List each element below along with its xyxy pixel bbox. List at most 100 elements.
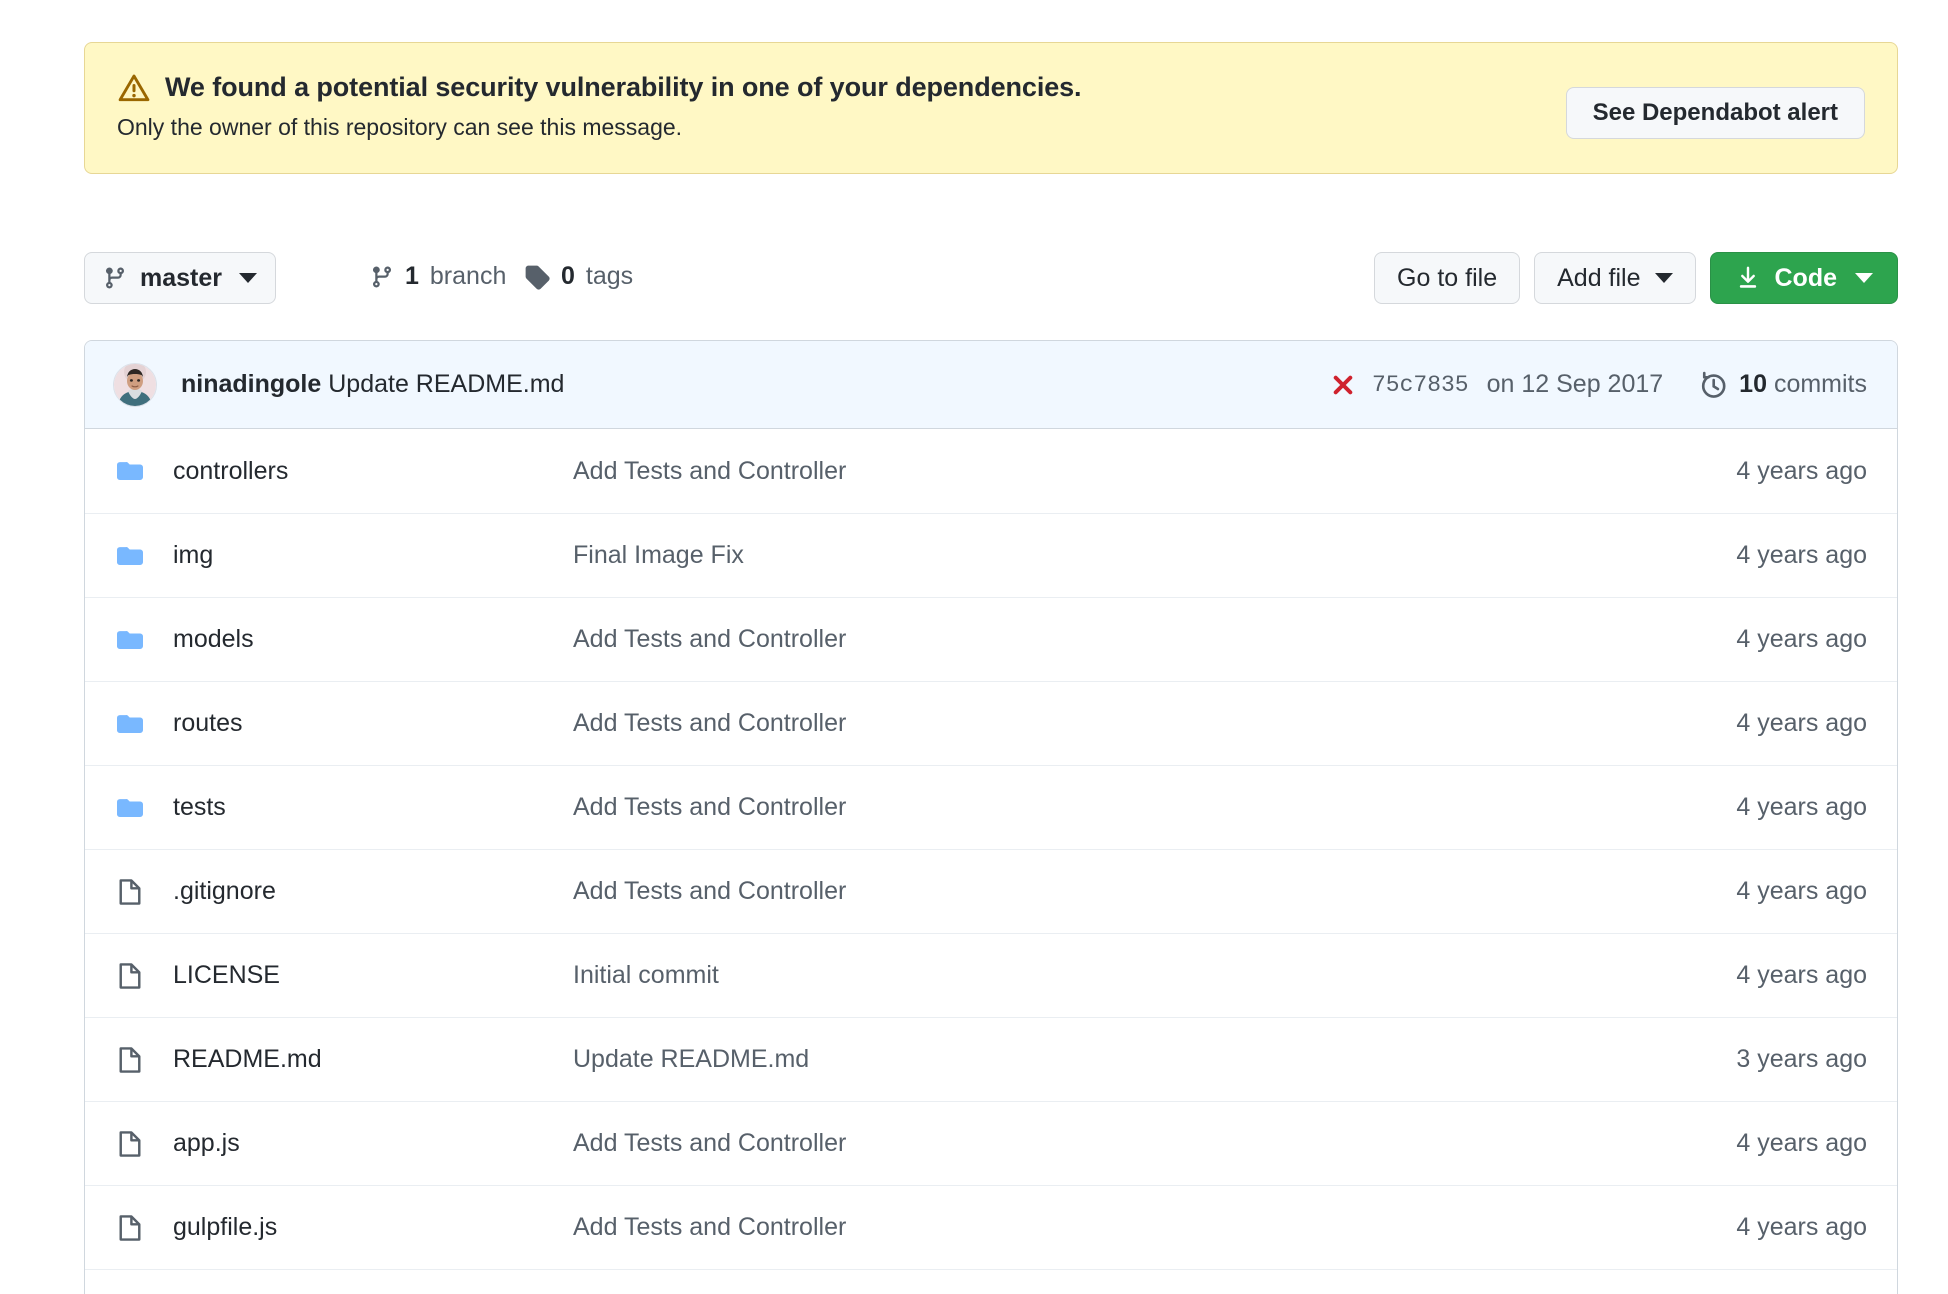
table-row[interactable]: .gitignoreAdd Tests and Controller4 year… bbox=[85, 849, 1897, 933]
table-row[interactable]: controllersAdd Tests and Controller4 yea… bbox=[85, 429, 1897, 513]
file-name[interactable]: models bbox=[173, 625, 573, 654]
file-icon-wrap bbox=[113, 877, 147, 907]
file-commit-age: 4 years ago bbox=[1736, 1213, 1867, 1242]
table-row[interactable]: package.jsonAdd Tests and Controller4 ye… bbox=[85, 1269, 1897, 1294]
branch-name-label: master bbox=[140, 264, 222, 293]
add-file-label: Add file bbox=[1557, 264, 1640, 293]
file-icon bbox=[116, 877, 144, 907]
file-commit-message[interactable]: Final Image Fix bbox=[573, 541, 1736, 570]
file-commit-message[interactable]: Initial commit bbox=[573, 961, 1736, 990]
folder-icon-wrap bbox=[113, 543, 147, 569]
tag-icon bbox=[524, 264, 550, 290]
file-icon bbox=[116, 961, 144, 991]
folder-icon bbox=[115, 543, 145, 569]
file-commit-age: 4 years ago bbox=[1736, 709, 1867, 738]
file-commit-message[interactable]: Add Tests and Controller bbox=[573, 1129, 1736, 1158]
table-row[interactable]: modelsAdd Tests and Controller4 years ag… bbox=[85, 597, 1897, 681]
file-listing-table: ninadingole Update README.md 75c7835 on … bbox=[84, 340, 1898, 1294]
commits-count-value: 10 bbox=[1739, 370, 1767, 398]
folder-icon-wrap bbox=[113, 711, 147, 737]
chevron-down-icon bbox=[1855, 273, 1873, 283]
file-commit-message[interactable]: Add Tests and Controller bbox=[573, 877, 1736, 906]
latest-commit-bar: ninadingole Update README.md 75c7835 on … bbox=[85, 341, 1897, 429]
file-commit-age: 4 years ago bbox=[1736, 793, 1867, 822]
commits-count[interactable]: 10 commits bbox=[1739, 370, 1867, 399]
file-commit-message[interactable]: Add Tests and Controller bbox=[573, 709, 1736, 738]
file-icon bbox=[116, 1213, 144, 1243]
commit-summary: ninadingole Update README.md bbox=[181, 370, 564, 399]
file-name[interactable]: controllers bbox=[173, 457, 573, 486]
table-row[interactable]: README.mdUpdate README.md3 years ago bbox=[85, 1017, 1897, 1101]
file-rows: controllersAdd Tests and Controller4 yea… bbox=[85, 429, 1897, 1294]
file-commit-age: 4 years ago bbox=[1736, 877, 1867, 906]
folder-icon bbox=[115, 458, 145, 484]
commit-message[interactable]: Update README.md bbox=[328, 370, 564, 398]
file-commit-age: 4 years ago bbox=[1736, 457, 1867, 486]
alert-triangle-icon bbox=[117, 73, 151, 103]
file-commit-message[interactable]: Add Tests and Controller bbox=[573, 1213, 1736, 1242]
see-dependabot-alert-button[interactable]: See Dependabot alert bbox=[1566, 87, 1865, 139]
folder-icon-wrap bbox=[113, 458, 147, 484]
commit-meta: 75c7835 on 12 Sep 2017 10 commits bbox=[1330, 370, 1867, 399]
file-commit-age: 4 years ago bbox=[1736, 625, 1867, 654]
commits-count-label: commits bbox=[1774, 370, 1867, 398]
table-row[interactable]: imgFinal Image Fix4 years ago bbox=[85, 513, 1897, 597]
folder-icon bbox=[115, 627, 145, 653]
table-row[interactable]: LICENSEInitial commit4 years ago bbox=[85, 933, 1897, 1017]
table-row[interactable]: app.jsAdd Tests and Controller4 years ag… bbox=[85, 1101, 1897, 1185]
chevron-down-icon bbox=[239, 273, 257, 283]
git-branch-icon bbox=[370, 264, 394, 290]
table-row[interactable]: routesAdd Tests and Controller4 years ag… bbox=[85, 681, 1897, 765]
add-file-button[interactable]: Add file bbox=[1534, 252, 1695, 304]
folder-icon bbox=[115, 795, 145, 821]
repository-page: We found a potential security vulnerabil… bbox=[0, 0, 1948, 1294]
file-name[interactable]: app.js bbox=[173, 1129, 573, 1158]
table-row[interactable]: gulpfile.jsAdd Tests and Controller4 yea… bbox=[85, 1185, 1897, 1269]
build-failed-x-icon[interactable] bbox=[1330, 372, 1356, 398]
folder-icon bbox=[115, 711, 145, 737]
file-commit-message[interactable]: Add Tests and Controller bbox=[573, 625, 1736, 654]
avatar-image bbox=[114, 364, 156, 406]
file-icon-wrap bbox=[113, 1213, 147, 1243]
file-icon-wrap bbox=[113, 1129, 147, 1159]
code-button[interactable]: Code bbox=[1710, 252, 1899, 304]
file-name[interactable]: .gitignore bbox=[173, 877, 573, 906]
download-icon bbox=[1735, 265, 1761, 291]
tag-count[interactable]: 0 tags bbox=[524, 262, 633, 291]
chevron-down-icon bbox=[1655, 273, 1673, 283]
file-commit-age: 4 years ago bbox=[1736, 1129, 1867, 1158]
file-name[interactable]: gulpfile.js bbox=[173, 1213, 573, 1242]
folder-icon-wrap bbox=[113, 627, 147, 653]
folder-icon-wrap bbox=[113, 795, 147, 821]
banner-title: We found a potential security vulnerabil… bbox=[165, 71, 1081, 103]
git-branch-icon bbox=[103, 265, 127, 291]
go-to-file-button[interactable]: Go to file bbox=[1374, 252, 1520, 304]
security-alert-banner: We found a potential security vulnerabil… bbox=[84, 42, 1898, 174]
repo-toolbar: master 1 branch 0 tags Go to file Add fi… bbox=[84, 252, 1898, 308]
go-to-file-label: Go to file bbox=[1397, 264, 1497, 293]
avatar[interactable] bbox=[113, 363, 157, 407]
file-name[interactable]: README.md bbox=[173, 1045, 573, 1074]
branch-selector-button[interactable]: master bbox=[84, 252, 276, 304]
file-name[interactable]: tests bbox=[173, 793, 573, 822]
table-row[interactable]: testsAdd Tests and Controller4 years ago bbox=[85, 765, 1897, 849]
file-name[interactable]: routes bbox=[173, 709, 573, 738]
file-name[interactable]: img bbox=[173, 541, 573, 570]
repo-action-buttons: Go to file Add file Code bbox=[1374, 252, 1898, 304]
commit-date: on 12 Sep 2017 bbox=[1487, 370, 1664, 399]
file-name[interactable]: LICENSE bbox=[173, 961, 573, 990]
tag-count-value: 0 bbox=[561, 262, 575, 291]
code-label: Code bbox=[1775, 264, 1838, 293]
tag-count-label: tags bbox=[586, 262, 633, 291]
commit-author[interactable]: ninadingole bbox=[181, 370, 321, 398]
history-clock-icon bbox=[1699, 371, 1727, 399]
branch-count[interactable]: 1 branch bbox=[370, 262, 506, 291]
commit-hash[interactable]: 75c7835 bbox=[1372, 372, 1469, 398]
file-commit-age: 3 years ago bbox=[1736, 1045, 1867, 1074]
file-icon bbox=[116, 1045, 144, 1075]
file-icon bbox=[116, 1129, 144, 1159]
file-commit-message[interactable]: Add Tests and Controller bbox=[573, 793, 1736, 822]
file-commit-message[interactable]: Add Tests and Controller bbox=[573, 457, 1736, 486]
file-commit-message[interactable]: Update README.md bbox=[573, 1045, 1736, 1074]
branch-count-label: branch bbox=[430, 262, 506, 291]
